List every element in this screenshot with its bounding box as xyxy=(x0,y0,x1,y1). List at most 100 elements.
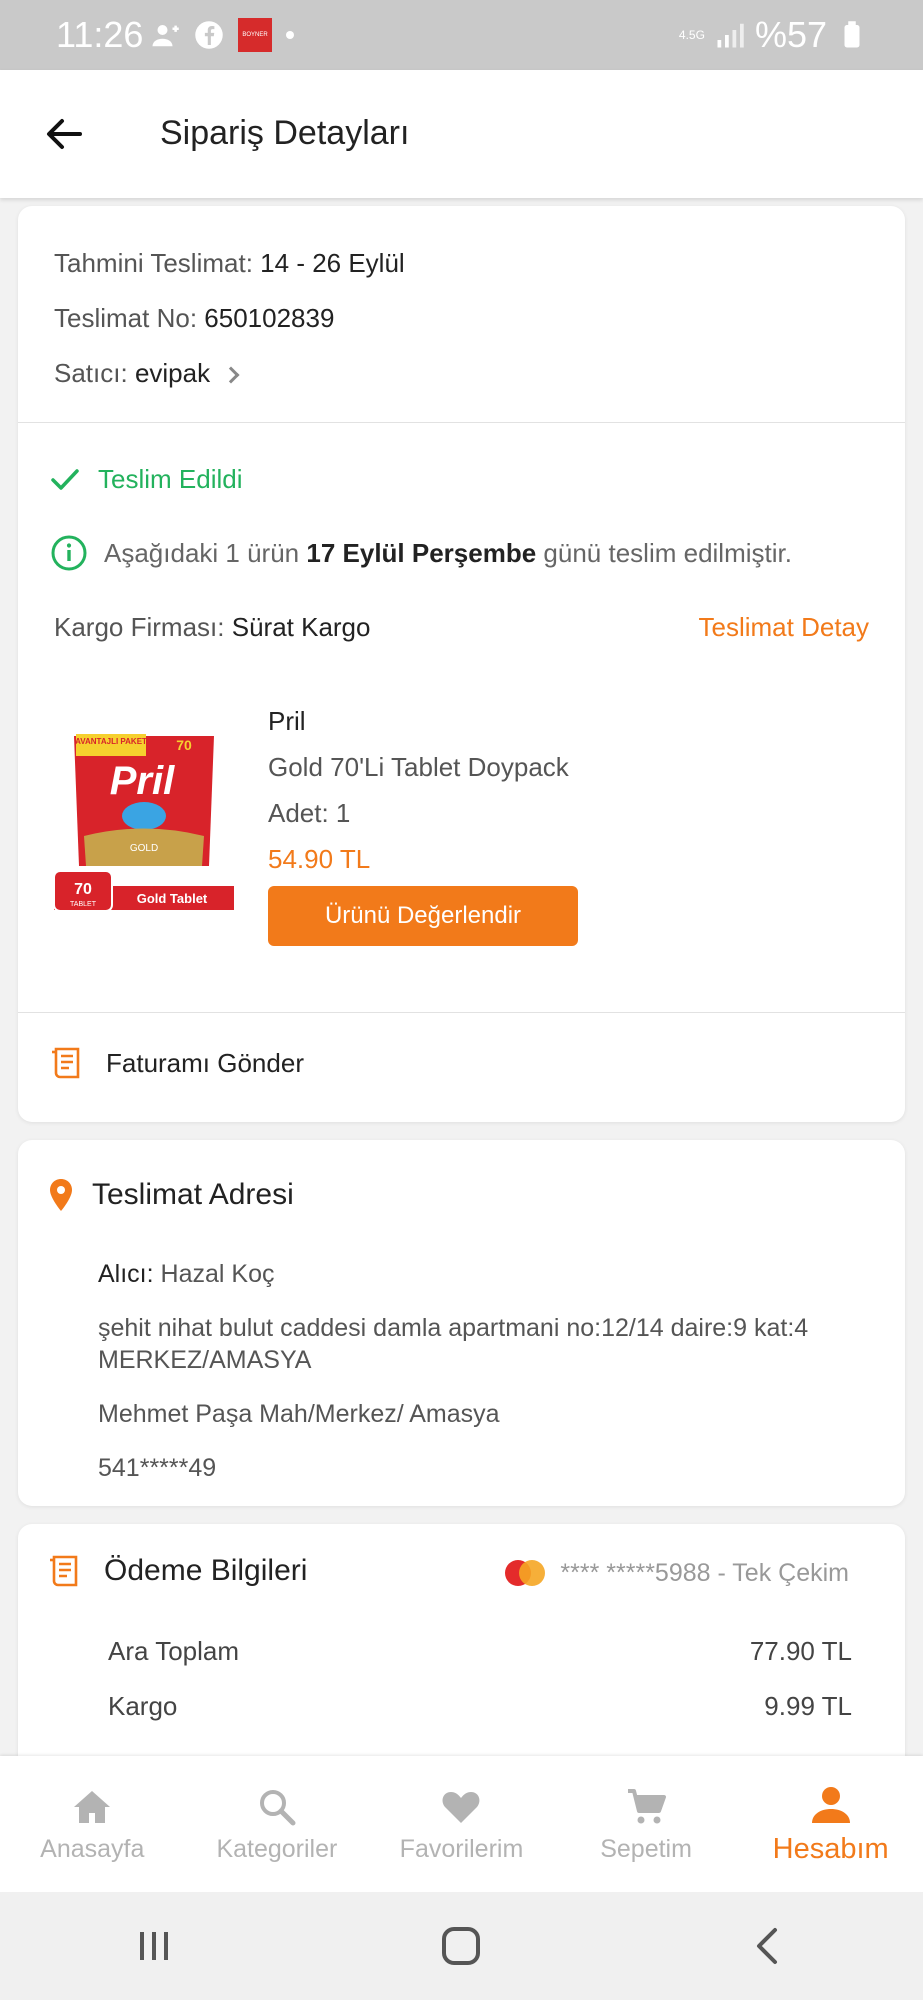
notification-icons: BOYNER xyxy=(150,18,294,52)
heart-icon xyxy=(443,1791,480,1823)
cargo-value: Sürat Kargo xyxy=(231,612,371,642)
home-square-icon xyxy=(442,1927,481,1965)
product-info: Pril Gold 70'Li Tablet Doypack Adet: 1 5… xyxy=(268,706,569,890)
seller-label: Satıcı: xyxy=(54,358,128,388)
system-navigation xyxy=(0,1892,923,2000)
delivery-estimate-label: Tahmini Teslimat: xyxy=(54,248,253,278)
nav-account[interactable]: Hesabım xyxy=(738,1756,923,1892)
home-icon xyxy=(74,1790,111,1823)
divider xyxy=(18,1012,905,1013)
product-price: 54.90 TL xyxy=(268,844,371,874)
search-icon xyxy=(259,1789,296,1825)
payment-title-text: Ödeme Bilgileri xyxy=(104,1554,308,1587)
address-title-text: Teslimat Adresi xyxy=(92,1178,294,1211)
nav-cart-label: Sepetim xyxy=(600,1834,692,1863)
address-phone: 541*****49 xyxy=(98,1454,217,1482)
product-image-variant: GOLD xyxy=(130,843,158,854)
app-bar: Sipariş Detayları xyxy=(0,70,923,198)
nav-favorites-label: Favorilerim xyxy=(399,1834,524,1863)
nav-categories[interactable]: Kategoriler xyxy=(185,1756,370,1892)
recent-apps-icon xyxy=(139,1932,168,1960)
mastercard-icon xyxy=(505,1560,546,1586)
payment-card-text: **** *****5988 - Tek Çekim xyxy=(560,1558,849,1587)
product-image[interactable]: AVANTAJLI PAKET 70 Pril GOLD 70 TABLET G… xyxy=(54,726,234,926)
status-right: 4.5G %57 xyxy=(679,14,867,56)
address-title: Teslimat Adresi xyxy=(48,1178,294,1212)
delivery-number-value: 650102839 xyxy=(204,303,335,333)
product-image-badge-label: Gold Tablet xyxy=(137,891,208,906)
checkmark-icon xyxy=(51,468,79,490)
bottom-navigation: Anasayfa Kategoriler Favorilerim Sepetim… xyxy=(0,1756,923,1892)
person-icon xyxy=(811,1786,850,1823)
network-type: 4.5G xyxy=(678,28,705,42)
battery-icon xyxy=(844,21,860,48)
send-invoice-row[interactable]: Faturamı Gönder xyxy=(50,1046,304,1080)
recipient-value: Hazal Koç xyxy=(160,1260,275,1288)
contact-icon xyxy=(152,25,179,47)
address-district: Mehmet Paşa Mah/Merkez/ Amasya xyxy=(98,1400,500,1428)
home-button[interactable] xyxy=(431,1916,491,1976)
recent-apps-button[interactable] xyxy=(124,1916,184,1976)
battery-percent: %57 xyxy=(754,14,827,55)
subtotal-value: 77.90 TL xyxy=(749,1636,852,1666)
address-card: Teslimat Adresi Alıcı: Hazal Koç şehit n… xyxy=(18,1140,905,1506)
cargo-label: Kargo Firması: xyxy=(54,612,225,642)
delivery-estimate-value: 14 - 26 Eylül xyxy=(260,248,405,278)
product-brand: Pril xyxy=(268,706,306,736)
nav-home[interactable]: Anasayfa xyxy=(0,1756,185,1892)
boyner-app-icon: BOYNER xyxy=(238,18,272,52)
more-notifications-dot xyxy=(286,31,294,39)
product-image-badge-number: 70 xyxy=(74,881,92,898)
product-name[interactable]: Gold 70'Li Tablet Doypack xyxy=(268,752,569,782)
delivery-number-label: Teslimat No: xyxy=(54,303,198,333)
nav-account-label: Hesabım xyxy=(772,1832,889,1865)
info-date: 17 Eylül Perşembe xyxy=(306,537,537,568)
facebook-icon xyxy=(195,21,223,49)
receipt-icon xyxy=(50,1555,78,1587)
subtotal-row: Ara Toplam 77.90 TL xyxy=(108,1636,852,1667)
divider xyxy=(18,422,905,423)
back-arrow-icon[interactable] xyxy=(40,110,88,158)
location-pin-icon xyxy=(50,1179,72,1211)
delivery-estimate: Tahmini Teslimat: 14 - 26 Eylül xyxy=(54,248,405,279)
system-back-button[interactable] xyxy=(739,1916,799,1976)
delivery-status: Teslim Edildi xyxy=(50,464,243,495)
cargo-company: Kargo Firması: Sürat Kargo xyxy=(54,612,370,643)
order-card: Tahmini Teslimat: 14 - 26 Eylül Teslimat… xyxy=(18,206,905,1122)
address-street: şehit nihat bulut caddesi damla apartman… xyxy=(98,1314,809,1374)
chevron-left-icon xyxy=(757,1928,778,1964)
rate-product-button[interactable]: Ürünü Değerlendir xyxy=(268,886,578,946)
delivery-number: Teslimat No: 650102839 xyxy=(54,303,334,334)
status-time: 11:26 xyxy=(56,14,144,55)
nav-favorites[interactable]: Favorilerim xyxy=(369,1756,554,1892)
info-icon xyxy=(51,535,87,571)
info-suffix: günü teslim edilmiştir. xyxy=(543,537,792,568)
seller-value: evipak xyxy=(134,358,211,388)
shipping-row: Kargo 9.99 TL xyxy=(108,1691,852,1722)
payment-title: Ödeme Bilgileri xyxy=(48,1554,307,1588)
page-title: Sipariş Detayları xyxy=(160,114,410,152)
status-bar: 11:26 BOYNER 4.5G %57 xyxy=(0,0,923,70)
cart-icon xyxy=(628,1788,667,1823)
product-quantity: Adet: 1 xyxy=(268,798,351,828)
recipient: Alıcı: Hazal Koç xyxy=(98,1258,858,1290)
seller-link[interactable]: Satıcı: evipak xyxy=(54,358,240,389)
delivery-detail-link[interactable]: Teslimat Detay xyxy=(699,612,870,643)
delivery-info: Aşağıdaki 1 ürün 17 Eylül Perşembe günü … xyxy=(50,534,792,572)
payment-card-info: **** *****5988 - Tek Çekim xyxy=(502,1558,849,1588)
product-image-top-text: AVANTAJLI PAKET xyxy=(75,737,147,746)
product-image-brand: Pril xyxy=(110,759,175,803)
recipient-label: Alıcı: xyxy=(98,1260,154,1288)
shipping-value: 9.99 TL xyxy=(764,1691,852,1721)
nav-home-label: Anasayfa xyxy=(40,1834,145,1863)
chevron-right-icon xyxy=(222,366,240,384)
info-prefix: Aşağıdaki 1 ürün xyxy=(104,537,300,568)
nav-cart[interactable]: Sepetim xyxy=(554,1756,739,1892)
signal-icon xyxy=(717,23,744,48)
subtotal-label: Ara Toplam xyxy=(108,1636,240,1666)
product-image-badge-unit: TABLET xyxy=(70,901,97,908)
product-image-count: 70 xyxy=(176,737,192,753)
send-invoice-label: Faturamı Gönder xyxy=(106,1047,304,1078)
nav-categories-label: Kategoriler xyxy=(216,1834,338,1863)
shipping-label: Kargo xyxy=(108,1691,178,1721)
